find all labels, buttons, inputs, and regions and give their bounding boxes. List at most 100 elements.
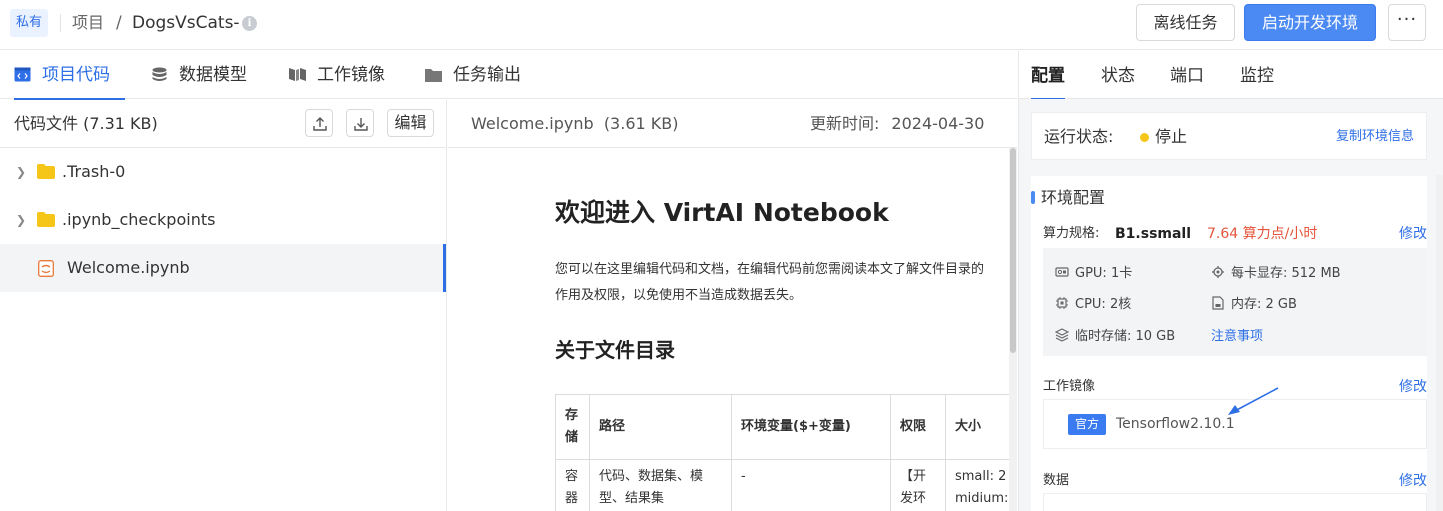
gpu-icon (1055, 267, 1069, 277)
edit-data-link[interactable]: 修改 (1399, 471, 1427, 491)
file-tree-item[interactable]: ❯ .Trash-0 (0, 148, 446, 196)
folder-icon (425, 69, 442, 82)
compute-spec-value: B1.ssmall (1115, 226, 1192, 242)
download-button[interactable] (346, 109, 374, 137)
side-panel-tabs: 配置 状态 端口 监控 (1019, 51, 1443, 100)
folder-name: .Trash-0 (62, 162, 126, 181)
memory-resource: 内存: 2 GB (1211, 296, 1297, 314)
vram-resource-text: 每卡显存: 512 MB (1231, 266, 1341, 281)
env-config-title: 环境配置 (1031, 187, 1105, 209)
image-name: Tensorflow2.10.1 (1116, 416, 1235, 432)
memory-resource-text: 内存: 2 GB (1231, 297, 1297, 312)
gpu-resource-text: GPU: 1卡 (1075, 266, 1133, 281)
table-header-cell: 环境变量($+变量) (731, 394, 891, 460)
breadcrumb-divider (60, 14, 61, 32)
run-status-value: 停止 (1155, 127, 1188, 146)
memory-icon (1212, 296, 1224, 310)
edit-spec-link[interactable]: 修改 (1399, 224, 1427, 244)
chevron-right-icon[interactable]: ❯ (16, 213, 26, 227)
storage-layers-icon (1055, 328, 1069, 342)
breadcrumb-separator: / (116, 13, 122, 33)
file-name: Welcome.ipynb (67, 258, 190, 277)
file-panel: 代码文件 (7.31 KB) 编辑 ❯ .Trash-0 ❯ .ipynb_ch… (0, 100, 447, 511)
folder-icon (37, 212, 55, 227)
side-panel-scrollbar[interactable] (1436, 175, 1443, 511)
tab-monitor[interactable]: 监控 (1240, 65, 1274, 87)
edit-image-link[interactable]: 修改 (1399, 377, 1427, 397)
breadcrumb-project-link[interactable]: 项目 (72, 12, 104, 34)
more-options-button[interactable]: ··· (1388, 4, 1426, 41)
private-badge: 私有 (10, 9, 49, 37)
vram-resource: 每卡显存: 512 MB (1211, 265, 1341, 283)
run-status-label: 运行状态: (1044, 127, 1114, 146)
info-icon[interactable]: i (242, 16, 257, 31)
official-badge: 官方 (1068, 414, 1106, 435)
cpu-resource: CPU: 2核 (1055, 296, 1131, 314)
document-scrollbar[interactable] (1009, 148, 1017, 511)
file-panel-header: 代码文件 (7.31 KB) 编辑 (0, 100, 446, 148)
notice-link[interactable]: 注意事项 (1211, 328, 1263, 346)
document-subheading: 关于文件目录 (555, 338, 675, 362)
document-preview: Welcome.ipynb (3.61 KB) 更新时间: 2024-04-30 … (448, 100, 1017, 511)
tab-work-image-label: 工作镜像 (317, 65, 385, 85)
table-cell: 容器 (555, 459, 590, 511)
table-cell: 代码、数据集、模型、结果集 (589, 459, 732, 511)
code-files-title: 代码文件 (7.31 KB) (14, 114, 158, 133)
top-bar: 私有 项目 / DogsVsCats- i 离线任务 启动开发环境 ··· (0, 0, 1443, 50)
tab-status[interactable]: 状态 (1101, 65, 1135, 87)
gpu-resource: GPU: 1卡 (1055, 265, 1132, 283)
project-name: DogsVsCats- (132, 13, 240, 33)
table-cell: small: 2 midium: (945, 459, 1009, 511)
project-tabs: 项目代码 数据模型 工作镜像 任务输出 (0, 51, 1017, 100)
edit-files-button[interactable]: 编辑 (387, 109, 434, 137)
chevron-right-icon[interactable]: ❯ (16, 165, 26, 179)
start-dev-env-button[interactable]: 启动开发环境 (1244, 4, 1376, 41)
database-icon (152, 67, 167, 81)
resource-box: GPU: 1卡 每卡显存: 512 MB CPU: 2核 内存: 2 GB 临时… (1043, 248, 1427, 356)
upload-button[interactable] (305, 109, 333, 137)
status-dot-icon (1140, 133, 1149, 142)
data-box (1043, 493, 1427, 511)
table-header-row: 存储 路径 环境变量($+变量) 权限 大小 (555, 394, 1009, 460)
tab-port[interactable]: 端口 (1170, 65, 1204, 87)
tab-task-output-label: 任务输出 (453, 65, 521, 85)
table-cell: 【开发环 (890, 459, 946, 511)
tab-project-code-label: 项目代码 (42, 65, 110, 85)
document-intro-paragraph: 您可以在这里编辑代码和文档，在编辑代码前您需阅读本文了解文件目录的作用及权限，以… (555, 262, 985, 303)
updated-time-label: 更新时间: (810, 114, 880, 133)
offline-task-button[interactable]: 离线任务 (1136, 4, 1235, 41)
code-window-icon (14, 67, 31, 82)
updated-time-value: 2024-04-30 (891, 114, 985, 133)
table-header-cell: 大小 (945, 394, 1009, 460)
scrollbar-thumb[interactable] (1010, 148, 1016, 353)
work-image-box: 官方 Tensorflow2.10.1 (1043, 399, 1427, 449)
folder-icon (37, 164, 55, 179)
image-layers-icon (289, 68, 306, 81)
tab-config[interactable]: 配置 (1031, 65, 1065, 100)
temp-storage-resource: 临时存储: 10 GB (1055, 328, 1175, 346)
cpu-resource-text: CPU: 2核 (1075, 297, 1132, 312)
temp-storage-text: 临时存储: 10 GB (1075, 329, 1176, 344)
env-config-card: 环境配置 算力规格: B1.ssmall 7.64 算力点/小时 修改 GPU:… (1031, 176, 1427, 511)
work-image-label: 工作镜像 (1043, 379, 1096, 394)
copy-env-info-link[interactable]: 复制环境信息 (1336, 128, 1414, 146)
file-directory-table: 存储 路径 环境变量($+变量) 权限 大小 容器 代码、数据集、模型、结果集 … (555, 394, 1009, 511)
table-header-cell: 路径 (589, 394, 732, 460)
file-tree-item[interactable]: ❯ .ipynb_checkpoints (0, 196, 446, 244)
table-cell: - (731, 459, 891, 511)
tab-data-model-label: 数据模型 (179, 65, 247, 85)
jupyter-notebook-icon (38, 260, 54, 277)
file-tree-item-selected[interactable]: Welcome.ipynb (0, 244, 446, 292)
upload-icon (313, 117, 327, 131)
document-file-name: Welcome.ipynb (3.61 KB) (471, 114, 679, 133)
compute-price: 7.64 算力点/小时 (1207, 226, 1318, 242)
run-status-card: 运行状态: 停止 复制环境信息 (1031, 112, 1427, 160)
document-header: Welcome.ipynb (3.61 KB) 更新时间: 2024-04-30 (448, 100, 1017, 148)
document-heading: 欢迎进入 VirtAI Notebook (555, 198, 889, 227)
table-header-cell: 权限 (890, 394, 946, 460)
updated-time: 更新时间: 2024-04-30 (810, 113, 984, 135)
env-side-panel: 配置 状态 端口 监控 运行状态: 停止 复制环境信息 环境配置 算力规格: B… (1018, 51, 1443, 511)
table-header-cell: 存储 (555, 394, 590, 460)
data-section-label: 数据 (1043, 473, 1070, 488)
table-row: 容器 代码、数据集、模型、结果集 - 【开发环 small: 2 midium: (555, 459, 1009, 511)
